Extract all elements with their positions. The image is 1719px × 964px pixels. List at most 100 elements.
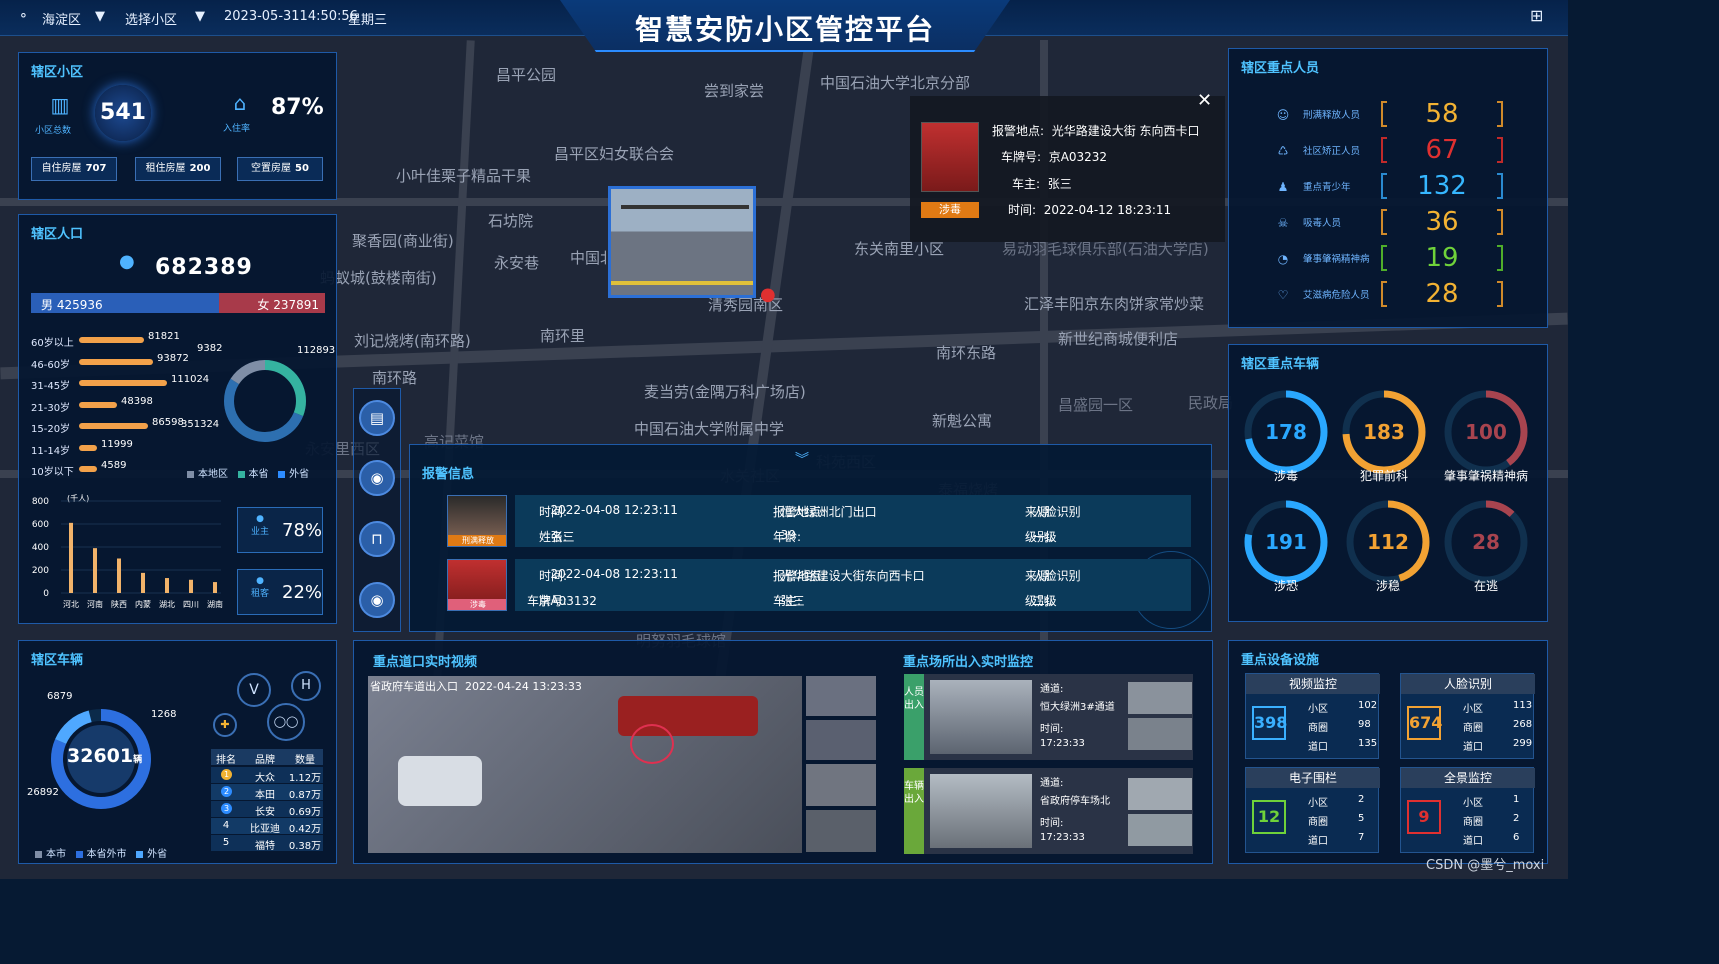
- origin-donut: [224, 360, 306, 442]
- map-label[interactable]: 昌平公园: [496, 64, 556, 85]
- community-select[interactable]: 选择小区: [125, 9, 177, 28]
- gate-icon[interactable]: ⊓: [359, 521, 395, 557]
- people-thumb-1[interactable]: [1128, 682, 1192, 714]
- video-thumb-2[interactable]: [806, 720, 876, 760]
- table-row[interactable]: 3 长安 0.69万: [211, 801, 323, 818]
- chevrolet-logo-icon[interactable]: ✚: [213, 713, 237, 737]
- alarm-row[interactable]: 时间: 2022-04-08 12:23:11 报警地点: 恒大绿洲北门出口 来源:…: [515, 495, 1191, 547]
- key-person-row[interactable]: ♟ 重点青少年 132: [1273, 171, 1513, 201]
- vehicle-gauge[interactable]: 183: [1339, 387, 1429, 477]
- donut-label-b: 112893: [297, 345, 336, 356]
- map-label[interactable]: 石坊院: [488, 210, 533, 231]
- map-label[interactable]: 南环路: [372, 367, 417, 388]
- vehicle-gauge[interactable]: 28: [1441, 497, 1531, 587]
- video-thumb-1[interactable]: [806, 676, 876, 716]
- map-pin-icon[interactable]: ●: [760, 284, 776, 305]
- key-person-count: 36: [1425, 207, 1459, 237]
- close-icon[interactable]: ✕: [1197, 90, 1212, 111]
- chevron-down-icon[interactable]: ▼: [195, 9, 205, 24]
- map-label[interactable]: 永安巷: [494, 252, 539, 273]
- vehicle-thumb-1[interactable]: [1128, 778, 1192, 810]
- map-label[interactable]: 中国石油大学附属中学: [634, 418, 784, 439]
- alarm-photo-face[interactable]: 刑满释放: [447, 495, 507, 547]
- map-label[interactable]: 汇泽丰阳京东肉饼家常炒菜: [1024, 293, 1204, 314]
- map-label[interactable]: 南环里: [540, 325, 585, 346]
- chevron-down-icon[interactable]: ▼: [95, 9, 105, 24]
- gauge-label: 肇事肇祸精神病: [1443, 469, 1528, 483]
- map-label[interactable]: 中国石油大学北京分部: [820, 72, 970, 93]
- x-tick: 内蒙: [135, 599, 151, 609]
- vehicle-label-c: 26892: [27, 787, 59, 798]
- age-value: 11999: [101, 438, 133, 450]
- map-label[interactable]: 蚂蚁城(鼓楼南街): [320, 267, 437, 288]
- key-person-row[interactable]: ♺ 社区矫正人员 67: [1273, 135, 1513, 165]
- map-label[interactable]: 民政局: [1188, 392, 1233, 413]
- people-time: 17:23:33: [1040, 738, 1085, 749]
- table-row[interactable]: 4 比亚迪 0.42万: [211, 818, 323, 835]
- person-correction-icon: ♺: [1277, 144, 1289, 158]
- map-label[interactable]: 新魁公寓: [932, 410, 992, 431]
- camera-icon[interactable]: ◉: [359, 460, 395, 496]
- chip-rented: 租住房屋 200: [135, 157, 221, 181]
- age-bar: [79, 466, 97, 472]
- video-thumb-4[interactable]: [806, 810, 876, 852]
- brand-name: 比亚迪: [250, 824, 280, 835]
- province-bar: [93, 548, 97, 593]
- gauge-label: 在逃: [1473, 579, 1498, 593]
- vehicle-gauge[interactable]: 191: [1241, 497, 1331, 587]
- document-icon[interactable]: ▤: [359, 400, 395, 436]
- age-bar: [79, 423, 148, 429]
- map-label[interactable]: 昌盛园一区: [1058, 394, 1133, 415]
- key-person-row[interactable]: ☺ 刑满释放人员 58: [1273, 99, 1513, 129]
- age-label: 46-60岁: [31, 359, 71, 371]
- map-label[interactable]: 昌平区妇女联合会: [554, 143, 674, 164]
- device-card[interactable]: 视频监控 398 小区 102 商圈 98 道口 135: [1245, 673, 1380, 759]
- key-person-row[interactable]: ◔ 肇事肇祸精神病 19: [1273, 243, 1513, 273]
- honda-logo-icon[interactable]: H: [291, 671, 321, 701]
- key-person-row[interactable]: ♡ 艾滋病危险人员 28: [1273, 279, 1513, 309]
- vehicle-gauge[interactable]: 178: [1241, 387, 1331, 477]
- vehicle-thumb-2[interactable]: [1128, 814, 1192, 846]
- people-group-icon: ☺: [1276, 108, 1290, 122]
- vehicle-legend: 本市 本省外市 外省: [35, 845, 167, 860]
- map-label[interactable]: 麦当劳(金隅万科广场店): [644, 381, 806, 402]
- map-label[interactable]: 聚香园(商业街): [352, 230, 454, 251]
- map-label[interactable]: 尝到家尝: [704, 80, 764, 101]
- device-card[interactable]: 全景监控 9 小区 1 商圈 2 道口 6: [1400, 767, 1535, 853]
- vehicle-gauge[interactable]: 100: [1441, 387, 1531, 477]
- alarm-row[interactable]: 时间: 2022-04-08 12:23:11 报警地点: 光华路建设大街东向西卡…: [515, 559, 1191, 611]
- table-row[interactable]: 5 福特 0.38万: [211, 835, 323, 852]
- map-label[interactable]: 新世纪商城便利店: [1058, 328, 1178, 349]
- renter-icon: ● 租客: [250, 576, 269, 599]
- video-thumb-3[interactable]: [806, 764, 876, 806]
- table-row[interactable]: 1 大众 1.12万: [211, 767, 323, 784]
- rank-badge: 4: [222, 820, 230, 831]
- vehicle-gauge[interactable]: 112: [1343, 497, 1433, 587]
- user-icon[interactable]: ⚬: [18, 9, 29, 24]
- vehicle-entrance-label: 车辆出入: [904, 768, 924, 854]
- map-label[interactable]: 小叶佳栗子精品干果: [396, 165, 531, 186]
- key-person-row[interactable]: ☠ 吸毒人员 36: [1273, 207, 1513, 237]
- origin-legend: 本地区 本省 外省: [187, 465, 309, 480]
- table-row[interactable]: 2 本田 0.87万: [211, 784, 323, 801]
- district-label[interactable]: 海淀区: [42, 9, 81, 28]
- chevron-down-icon[interactable]: ︾: [795, 449, 809, 469]
- device-card[interactable]: 人脸识别 674 小区 113 商圈 268 道口 299: [1400, 673, 1535, 759]
- people-entrance-feed[interactable]: [930, 680, 1032, 754]
- volkswagen-logo-icon[interactable]: V: [237, 673, 271, 707]
- alarm-source: 来源: 人脸识别: [1025, 505, 1081, 519]
- gender-bar: 男 425936 女 237891: [31, 293, 325, 313]
- vehicle-entrance-feed[interactable]: [930, 774, 1032, 848]
- main-video-feed[interactable]: 省政府车道出入口 2022-04-24 13:23:33: [368, 676, 802, 853]
- grid-menu-icon[interactable]: ⊞: [1530, 6, 1543, 25]
- device-total: 9: [1407, 800, 1441, 834]
- audi-logo-icon[interactable]: ◯◯: [267, 703, 305, 741]
- device-card[interactable]: 电子围栏 12 小区 2 商圈 5 道口 7: [1245, 767, 1380, 853]
- map-label[interactable]: 南环东路: [936, 342, 996, 363]
- people-thumb-2[interactable]: [1128, 718, 1192, 750]
- alarm-photo-car[interactable]: 涉毒: [447, 559, 507, 611]
- person-alert-icon[interactable]: ◉: [359, 582, 395, 618]
- traffic-camera-thumbnail[interactable]: [608, 186, 756, 298]
- map-label[interactable]: 刘记烧烤(南环路): [354, 330, 471, 351]
- mind-icon: ◔: [1277, 252, 1289, 266]
